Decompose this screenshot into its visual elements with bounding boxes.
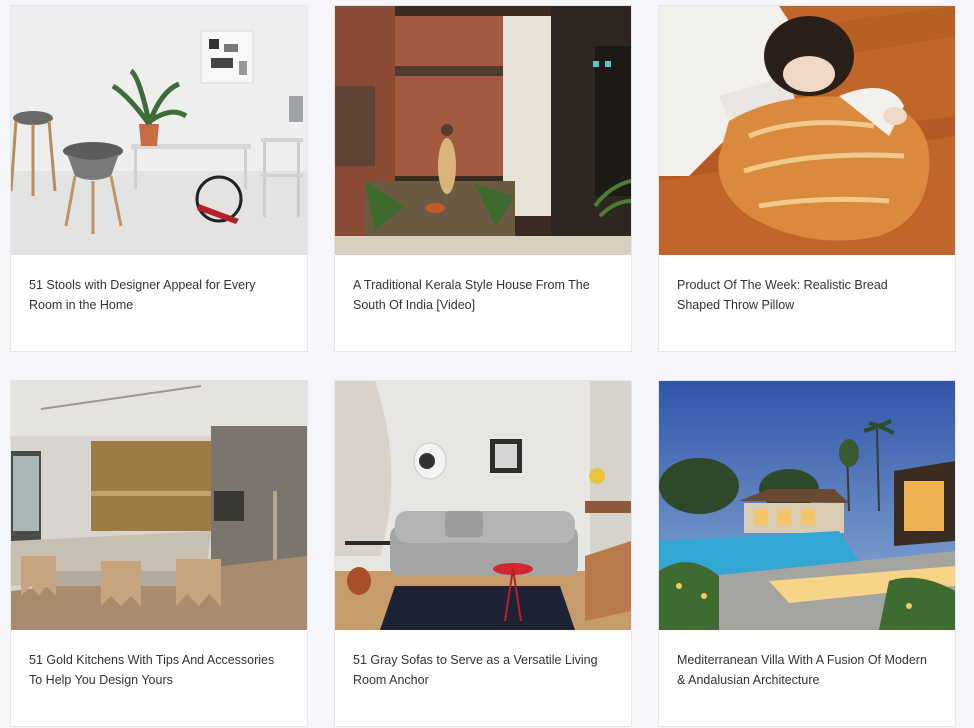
article-thumbnail[interactable] bbox=[659, 6, 955, 255]
gold-kitchen-image bbox=[11, 381, 307, 630]
article-card[interactable]: A Traditional Kerala Style House From Th… bbox=[334, 5, 632, 352]
article-card[interactable]: 51 Stools with Designer Appeal for Every… bbox=[10, 5, 308, 352]
article-thumbnail[interactable] bbox=[335, 6, 631, 255]
gray-sofa-image bbox=[335, 381, 631, 630]
article-title[interactable]: Product Of The Week: Realistic Bread Sha… bbox=[677, 275, 927, 315]
article-card[interactable]: Mediterranean Villa With A Fusion Of Mod… bbox=[658, 380, 956, 727]
article-title[interactable]: A Traditional Kerala Style House From Th… bbox=[353, 275, 603, 315]
article-title[interactable]: Mediterranean Villa With A Fusion Of Mod… bbox=[677, 650, 927, 690]
article-thumbnail[interactable] bbox=[335, 381, 631, 630]
mediterranean-villa-image bbox=[659, 381, 955, 630]
bread-pillow-image bbox=[659, 6, 955, 255]
article-card[interactable]: Product Of The Week: Realistic Bread Sha… bbox=[658, 5, 956, 352]
article-title[interactable]: 51 Stools with Designer Appeal for Every… bbox=[29, 275, 279, 315]
article-thumbnail[interactable] bbox=[11, 381, 307, 630]
article-title[interactable]: 51 Gold Kitchens With Tips And Accessori… bbox=[29, 650, 279, 690]
article-thumbnail[interactable] bbox=[11, 6, 307, 255]
kerala-house-image bbox=[335, 6, 631, 255]
article-title[interactable]: 51 Gray Sofas to Serve as a Versatile Li… bbox=[353, 650, 603, 690]
article-card[interactable]: 51 Gold Kitchens With Tips And Accessori… bbox=[10, 380, 308, 727]
stools-room-image bbox=[11, 6, 307, 255]
article-thumbnail[interactable] bbox=[659, 381, 955, 630]
article-card[interactable]: 51 Gray Sofas to Serve as a Versatile Li… bbox=[334, 380, 632, 727]
